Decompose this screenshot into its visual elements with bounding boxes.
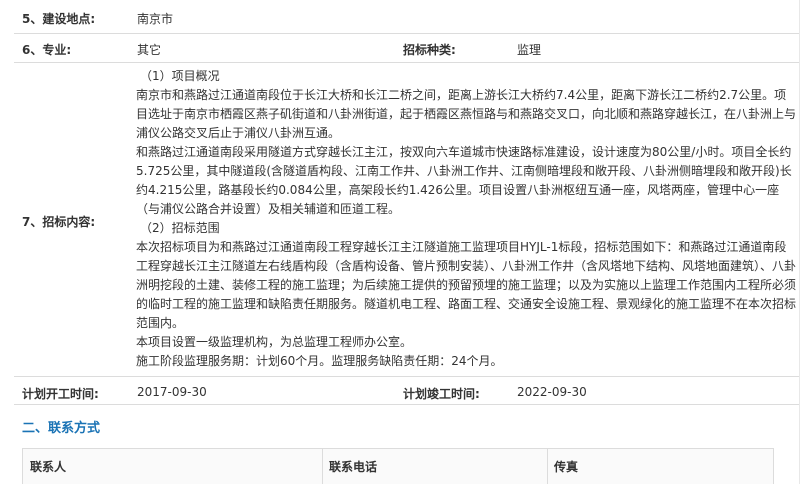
specialty-value: 其它 xyxy=(137,43,162,57)
content-heading-scope: （2）招标范围 xyxy=(140,221,220,235)
tender-type-label: 招标种类: xyxy=(403,43,456,57)
content-paragraph-location: 南京市和燕路过江通道南段位于长江大桥和长江二桥之间，距离上游长江大桥约7.4公里… xyxy=(136,88,797,140)
plan-end-label: 计划竣工时间: xyxy=(403,387,480,401)
row-plan-dates: 计划开工时间: 2017-09-30 计划竣工时间: 2022-09-30 xyxy=(14,377,800,405)
row-tender-content: 7、招标内容: （1）项目概况 南京市和燕路过江通道南段位于长江大桥和长江二桥之… xyxy=(14,63,800,377)
specialty-label: 6、专业: xyxy=(22,43,72,57)
row-build-location: 5、建设地点: 南京市 xyxy=(14,0,800,34)
row-specialty: 6、专业: 其它 招标种类: 监理 xyxy=(14,34,800,63)
tender-content-label: 7、招标内容: xyxy=(22,215,96,229)
content-paragraph-period: 施工阶段监理服务期：计划60个月。监理服务缺陷责任期：24个月。 xyxy=(136,354,503,368)
column-divider xyxy=(547,449,548,484)
content-paragraph-scope: 本次招标项目为和燕路过江通道南段工程穿越长江主江隧道施工监理项目HYJL-1标段… xyxy=(136,240,797,330)
content-paragraph-scale: 和燕路过江通道南段采用隧道方式穿越长江主江，按双向六车道城市快速路标准建设，设计… xyxy=(136,145,792,216)
contact-section-title: 二、联系方式 xyxy=(22,421,101,436)
column-divider xyxy=(322,449,323,484)
build-location-value: 南京市 xyxy=(137,12,174,26)
tender-content-text: （1）项目概况 南京市和燕路过江通道南段位于长江大桥和长江二桥之间，距离上游长江… xyxy=(136,67,796,371)
contact-phone-header: 联系电话 xyxy=(329,460,378,474)
build-location-label: 5、建设地点: xyxy=(22,12,96,26)
plan-start-value: 2017-09-30 xyxy=(137,385,207,399)
contact-table: 联系人 联系电话 传真 xyxy=(22,448,774,484)
content-paragraph-office: 本项目设置一级监理机构，为总监理工程师办公室。 xyxy=(136,335,413,349)
content-heading-overview: （1）项目概况 xyxy=(140,69,220,83)
plan-end-value: 2022-09-30 xyxy=(517,385,587,399)
tender-type-value: 监理 xyxy=(517,43,542,57)
contact-person-header: 联系人 xyxy=(30,460,67,474)
fax-header: 传真 xyxy=(554,460,579,474)
plan-start-label: 计划开工时间: xyxy=(22,387,99,401)
